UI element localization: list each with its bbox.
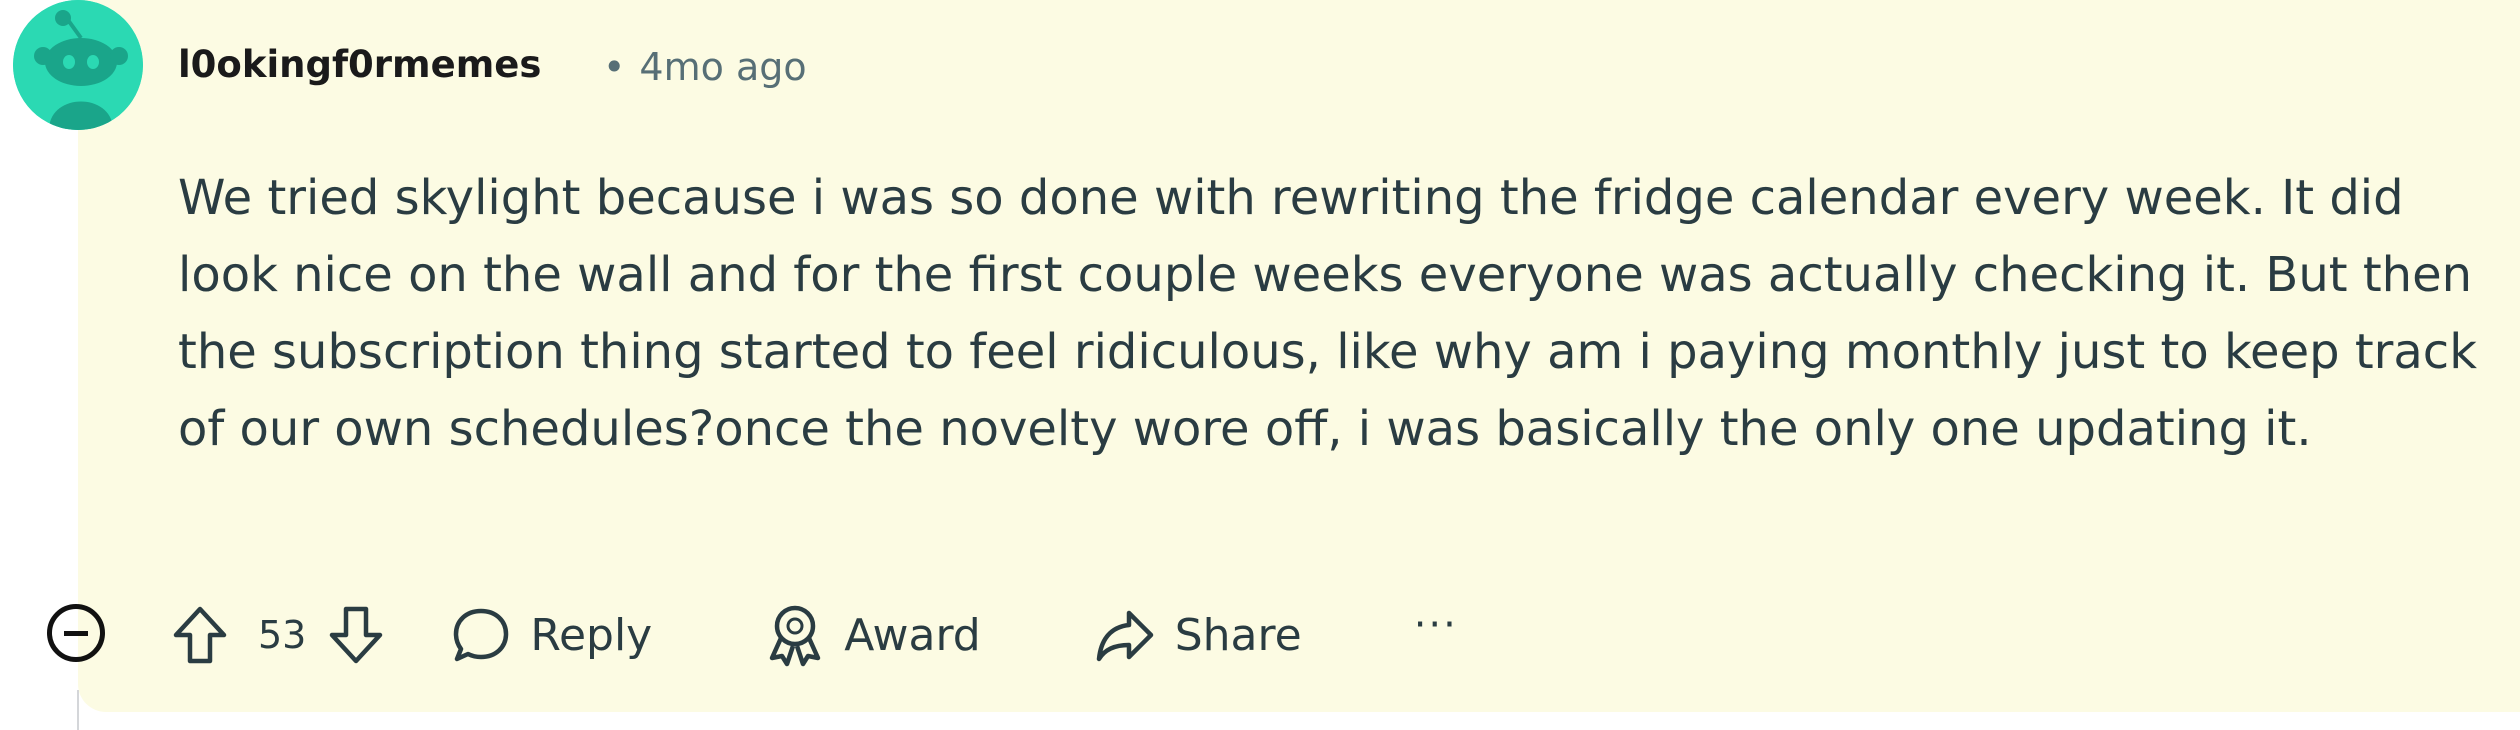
downvote-button[interactable] [326,603,386,667]
reply-button[interactable]: Reply [450,604,652,666]
comment-body: We tried skylight because i was so done … [178,160,2488,468]
comment-meta: • 4mo ago [603,48,807,86]
comment-timestamp[interactable]: 4mo ago [639,45,806,89]
upvote-button[interactable] [170,603,230,667]
vote-count: 53 [258,613,307,657]
share-arrow-icon [1096,610,1153,662]
comment-body-text: We tried skylight because i was so done … [178,170,2477,457]
thread-line[interactable] [77,690,79,730]
speech-bubble-icon [454,608,509,662]
award-button[interactable]: Award [764,602,981,668]
comment-author[interactable]: l0okingf0rmemes [178,46,541,83]
avatar[interactable] [13,0,143,130]
comment-action-bar: 53 Reply Award Share ··· [170,590,1458,680]
share-label: Share [1174,609,1302,661]
upvote-arrow-icon [173,606,227,664]
meta-separator: • [603,45,626,89]
downvote-arrow-icon [330,606,383,664]
share-button[interactable]: Share [1093,605,1302,665]
collapse-thread-button[interactable] [47,604,105,662]
award-label: Award [844,609,981,661]
more-options-button[interactable]: ··· [1414,605,1458,645]
snoo-avatar-icon [13,0,143,130]
award-ribbon-icon [769,605,821,667]
reply-label: Reply [530,609,653,661]
vote-group: 53 [170,603,386,667]
